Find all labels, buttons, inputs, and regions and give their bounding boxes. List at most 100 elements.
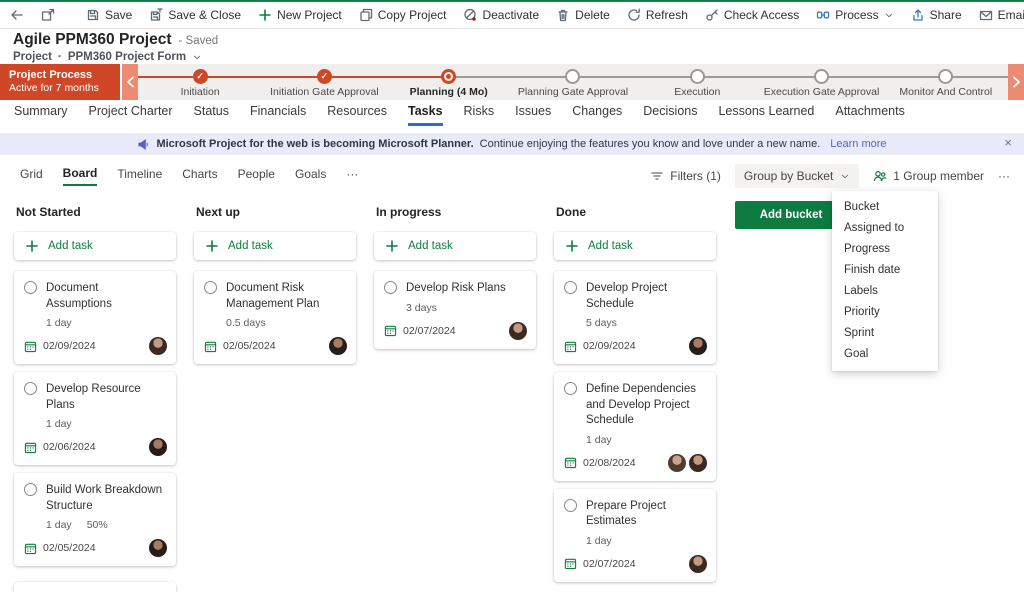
- board-overflow-button[interactable]: ···: [998, 169, 1010, 183]
- learn-more-link[interactable]: Learn more: [830, 138, 886, 150]
- menu-item-assigned-to[interactable]: Assigned to: [832, 218, 938, 239]
- menu-item-sprint[interactable]: Sprint: [832, 323, 938, 344]
- save-button[interactable]: Save: [86, 8, 132, 22]
- task-card[interactable]: Document Assumptions 1 day 02/09/2024: [14, 271, 176, 365]
- stage-execution[interactable]: Execution: [635, 64, 759, 100]
- check-access-button[interactable]: Check Access: [705, 8, 799, 22]
- menu-item-finish-date[interactable]: Finish date: [832, 260, 938, 281]
- tab-decisions[interactable]: Decisions: [643, 104, 697, 123]
- task-card[interactable]: Develop Resource Plans 1 day 02/06/2024: [14, 372, 176, 466]
- menu-item-priority[interactable]: Priority: [832, 302, 938, 323]
- refresh-button[interactable]: Refresh: [627, 8, 688, 22]
- menu-item-goal[interactable]: Goal: [832, 344, 938, 365]
- menu-item-bucket[interactable]: Bucket: [832, 197, 938, 218]
- stage-initiation[interactable]: ✓ Initiation: [138, 64, 262, 100]
- share-icon: [912, 9, 923, 21]
- task-complete-toggle[interactable]: [24, 483, 37, 497]
- tab-project-charter[interactable]: Project Charter: [88, 104, 172, 123]
- add-task-button[interactable]: Add task: [14, 232, 176, 260]
- add-bucket-button[interactable]: Add bucket: [735, 201, 847, 229]
- process-menu-button[interactable]: Process: [816, 8, 893, 22]
- stage-monitor-and-control[interactable]: Monitor And Control: [884, 64, 1008, 100]
- stage-label: Initiation: [180, 86, 220, 98]
- delete-button[interactable]: Delete: [556, 8, 610, 22]
- tab-risks[interactable]: Risks: [464, 104, 495, 123]
- avatar[interactable]: [668, 453, 686, 472]
- view-more-button[interactable]: ···: [346, 167, 358, 185]
- process-scroll-right-button[interactable]: [1008, 64, 1024, 100]
- avatar[interactable]: [509, 321, 527, 340]
- view-people[interactable]: People: [238, 167, 275, 185]
- calendar-icon: [24, 543, 37, 554]
- task-card[interactable]: Prepare Project Estimates 1 day 02/07/20…: [554, 488, 716, 582]
- task-card[interactable]: Develop Project Schedule 5 days 02/09/20…: [554, 271, 716, 365]
- avatar[interactable]: [689, 453, 707, 472]
- deactivate-icon: [464, 8, 477, 21]
- back-button[interactable]: [10, 8, 24, 22]
- calendar-icon: [24, 442, 37, 453]
- task-complete-toggle[interactable]: [564, 382, 577, 396]
- email-link-button[interactable]: Email a Link: [979, 8, 1024, 22]
- stage-planning[interactable]: Planning (4 Mo): [387, 64, 511, 100]
- deactivate-button[interactable]: Deactivate: [463, 8, 539, 22]
- avatar[interactable]: [329, 337, 347, 356]
- task-complete-toggle[interactable]: [24, 382, 37, 396]
- tab-summary[interactable]: Summary: [14, 104, 67, 123]
- process-icon: [817, 11, 830, 19]
- task-complete-toggle[interactable]: [204, 281, 217, 294]
- task-complete-toggle[interactable]: [564, 498, 577, 512]
- stage-initiation-gate-approval[interactable]: ✓ Initiation Gate Approval: [262, 64, 386, 100]
- avatar[interactable]: [689, 337, 707, 356]
- save-close-button[interactable]: Save & Close: [149, 8, 241, 22]
- menu-item-labels[interactable]: Labels: [832, 281, 938, 302]
- avatar[interactable]: [689, 554, 707, 573]
- tab-status[interactable]: Status: [194, 104, 229, 123]
- view-board[interactable]: Board: [62, 166, 98, 186]
- tab-lessons-learned[interactable]: Lessons Learned: [718, 104, 814, 123]
- filters-button[interactable]: Filters (1): [650, 169, 721, 183]
- view-charts[interactable]: Charts: [182, 167, 217, 185]
- task-card[interactable]: Build Work Breakdown Structure 1 day 50% …: [14, 473, 176, 567]
- process-status: Active for 7 months: [9, 82, 99, 95]
- tab-resources[interactable]: Resources: [327, 104, 387, 123]
- view-goals[interactable]: Goals: [295, 167, 326, 185]
- banner-close-icon[interactable]: ×: [1004, 135, 1012, 150]
- view-grid[interactable]: Grid: [20, 167, 43, 185]
- avatar[interactable]: [149, 438, 167, 457]
- tab-financials[interactable]: Financials: [250, 104, 306, 123]
- add-task-button[interactable]: Add task: [374, 232, 536, 260]
- add-task-button[interactable]: Add task: [194, 232, 356, 260]
- copy-project-button[interactable]: Copy Project: [359, 8, 446, 22]
- deactivate-label: Deactivate: [482, 8, 540, 22]
- group-members-button[interactable]: 1 Group member: [873, 169, 984, 183]
- avatar[interactable]: [149, 539, 167, 558]
- tab-issues[interactable]: Issues: [515, 104, 551, 123]
- avatar[interactable]: [149, 337, 167, 356]
- task-card[interactable]: Define Dependencies and Develop Project …: [554, 372, 716, 481]
- popout-button[interactable]: [41, 8, 55, 22]
- tab-tasks[interactable]: Tasks: [408, 104, 443, 126]
- share-button[interactable]: Share: [911, 8, 962, 22]
- add-task-button[interactable]: Add task: [554, 232, 716, 260]
- task-complete-toggle[interactable]: [24, 281, 37, 294]
- task-complete-toggle[interactable]: [564, 281, 577, 294]
- save-close-icon: [151, 8, 164, 21]
- view-timeline[interactable]: Timeline: [117, 167, 162, 185]
- task-card[interactable]: Develop Risk Plans 3 days 02/07/2024: [374, 271, 536, 349]
- tab-attachments[interactable]: Attachments: [835, 104, 904, 123]
- task-title: Build Work Breakdown Structure: [46, 484, 163, 512]
- menu-item-progress[interactable]: Progress: [832, 239, 938, 260]
- stage-execution-gate-approval[interactable]: Execution Gate Approval: [759, 64, 883, 100]
- tab-changes[interactable]: Changes: [572, 104, 622, 123]
- process-scroll-left-button[interactable]: [122, 64, 138, 100]
- task-title: Define Dependencies and Develop Project …: [586, 383, 696, 427]
- group-by-button[interactable]: Group by Bucket: [734, 164, 860, 188]
- task-card-partial[interactable]: [14, 582, 176, 592]
- new-project-button[interactable]: New Project: [258, 8, 342, 22]
- form-selector[interactable]: PPM360 Project Form: [68, 51, 186, 63]
- stage-planning-gate-approval[interactable]: Planning Gate Approval: [511, 64, 635, 100]
- task-complete-toggle[interactable]: [384, 281, 397, 294]
- key-icon: [706, 9, 718, 21]
- task-progress: 50%: [86, 519, 108, 532]
- task-card[interactable]: Document Risk Management Plan 0.5 days 0…: [194, 271, 356, 365]
